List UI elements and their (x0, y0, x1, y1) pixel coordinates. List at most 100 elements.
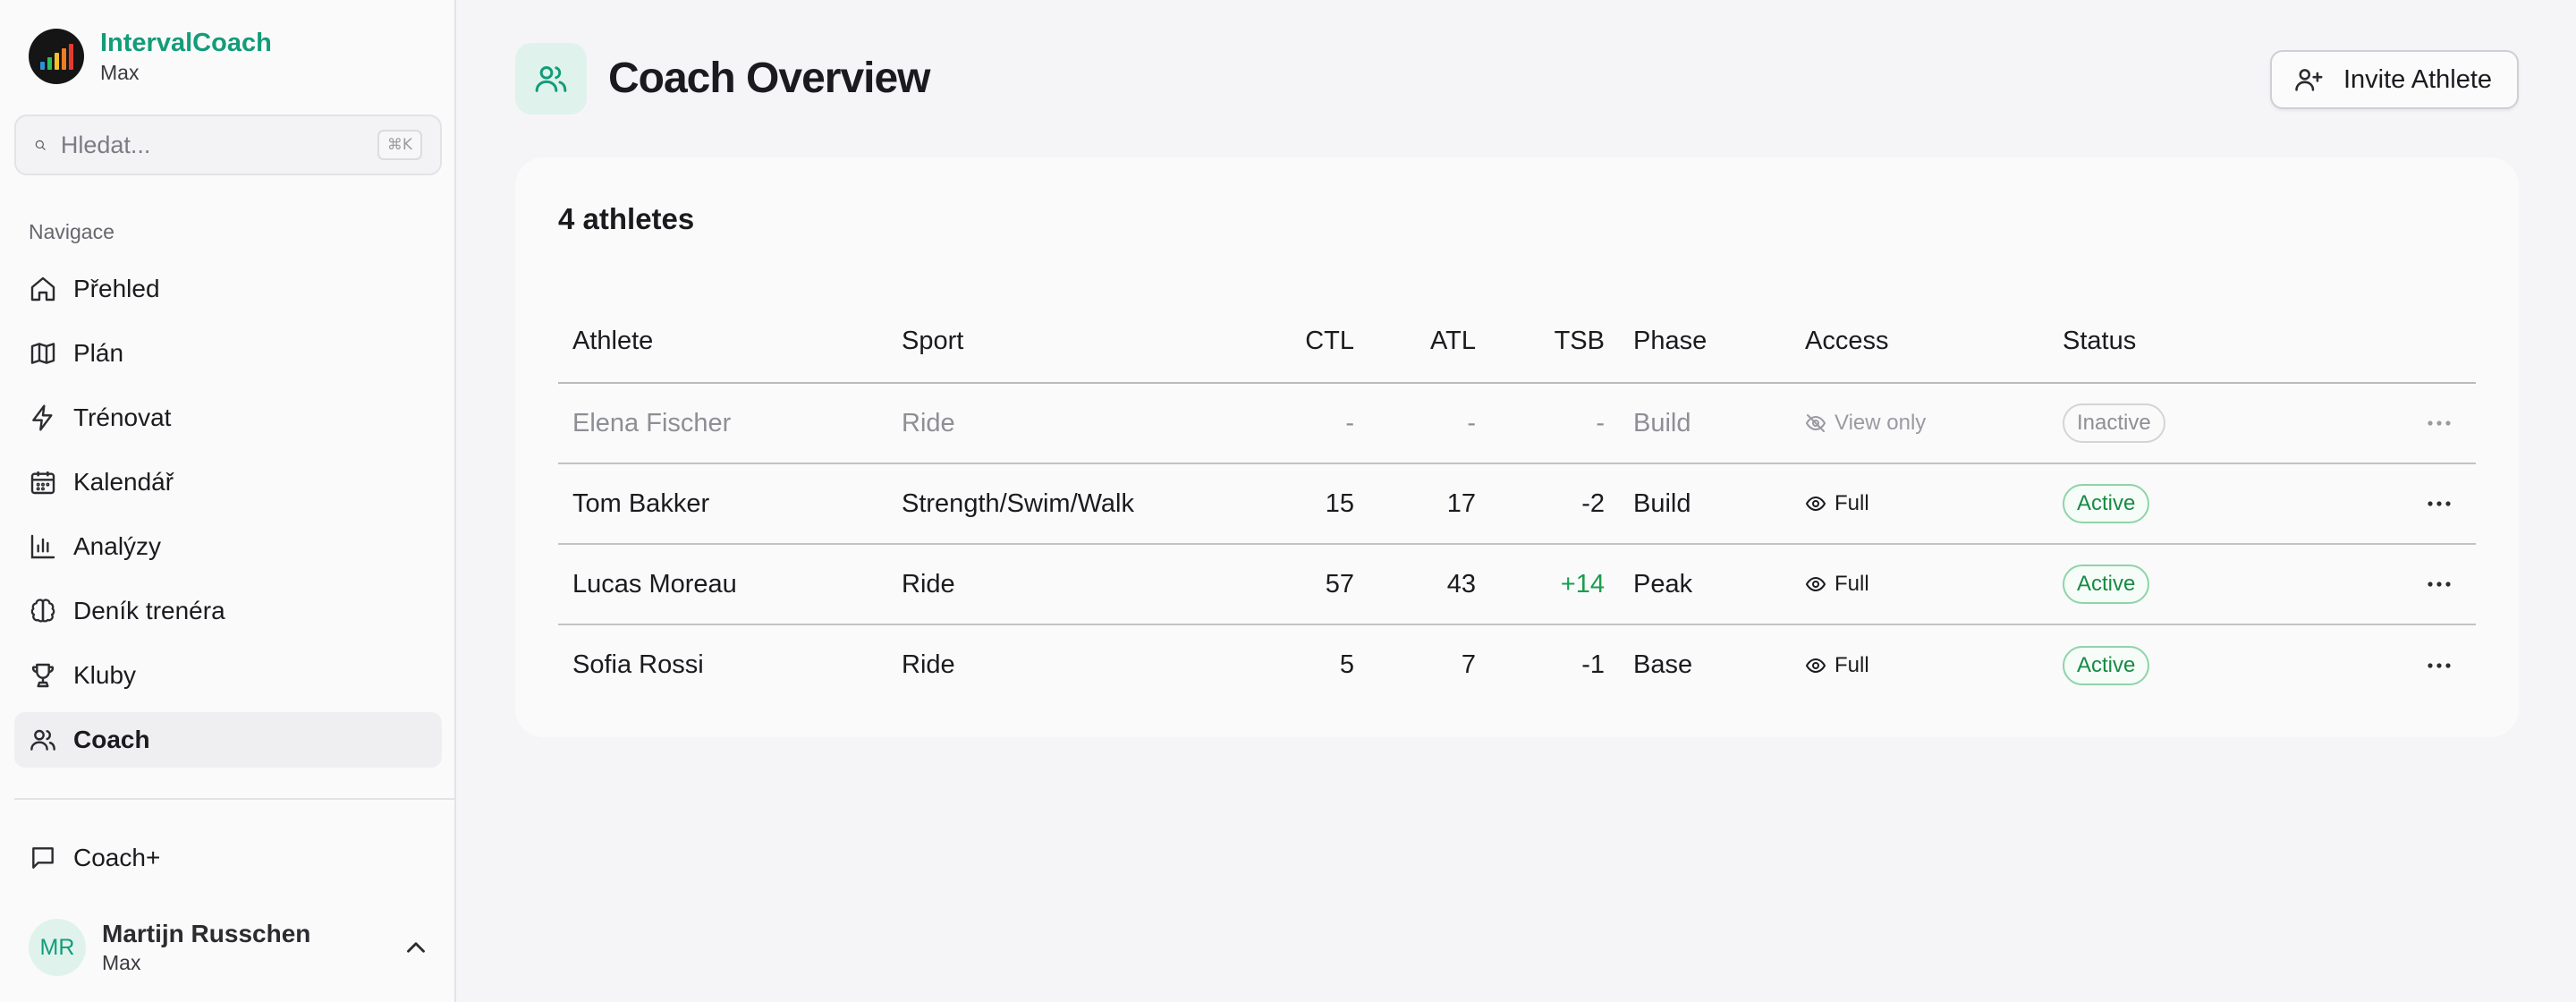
column-header-status[interactable]: Status (2048, 301, 2277, 384)
athlete-name[interactable]: Lucas Moreau (558, 544, 887, 625)
athlete-access-cell: Full (1791, 624, 2048, 705)
user-name: Martijn Russchen (102, 920, 311, 947)
home-icon (30, 276, 55, 301)
invite-athlete-label: Invite Athlete (2343, 64, 2493, 94)
athlete-sport: Strength/Swim/Walk (887, 463, 1216, 545)
page-icon (515, 43, 587, 115)
chat-icon (32, 847, 54, 869)
table-header-row: Athlete Sport CTL ATL TSB Phase Access S… (558, 301, 2476, 384)
sidebar-divider (14, 798, 456, 800)
trophy-icon (31, 663, 55, 688)
sidebar: IntervalCoach Max ⌘K Navigace Přehled Pl… (0, 0, 456, 1002)
athlete-phase: Peak (1619, 544, 1791, 625)
sidebar-item-prehled[interactable]: Přehled (14, 261, 442, 317)
athlete-status-cell: Active (2048, 624, 2277, 705)
table-row[interactable]: Elena Fischer Ride - - - Build View only… (558, 383, 2476, 464)
column-header-actions (2277, 301, 2476, 384)
eye-icon (1805, 576, 1826, 592)
athlete-access: Full (1835, 652, 1869, 677)
column-header-sport[interactable]: Sport (887, 301, 1216, 384)
sidebar-item-label: Coach (73, 726, 150, 753)
page-title: Coach Overview (608, 55, 930, 102)
athlete-tsb: +14 (1490, 544, 1619, 625)
column-header-atl[interactable]: ATL (1368, 301, 1490, 384)
athlete-sport: Ride (902, 650, 955, 679)
brand-subtitle: Max (100, 61, 140, 84)
column-header-athlete[interactable]: Athlete (558, 301, 887, 384)
athlete-phase: Base (1633, 650, 1693, 679)
search-box[interactable]: ⌘K (14, 115, 442, 175)
more-horizontal-icon (2428, 420, 2451, 426)
eye-off-icon (1805, 414, 1826, 432)
search-input[interactable] (60, 131, 377, 159)
status-badge: Active (2063, 484, 2150, 523)
sidebar-item-denik-trenera[interactable]: Deník trenéra (14, 583, 442, 639)
sidebar-item-label: Kluby (73, 661, 137, 689)
users-icon (535, 66, 567, 92)
sidebar-item-coach-plus[interactable]: Coach+ (14, 830, 442, 886)
search-shortcut-badge: ⌘K (377, 130, 422, 160)
athlete-phase: Build (1619, 383, 1791, 464)
bolt-icon (32, 404, 53, 431)
athlete-status-cell: Inactive (2048, 383, 2277, 464)
row-more-button[interactable] (2292, 661, 2462, 670)
athlete-name[interactable]: Sofia Rossi (558, 624, 887, 705)
table-row[interactable]: Tom Bakker Strength/Swim/Walk 15 17 -2 B… (558, 463, 2476, 545)
more-horizontal-icon (2428, 501, 2451, 506)
sidebar-item-label: Kalendář (73, 468, 174, 496)
athlete-status-cell: Active (2048, 463, 2277, 545)
athlete-ctl: 5 (1339, 650, 1354, 679)
sidebar-item-label: Plán (73, 339, 124, 367)
more-horizontal-icon (2428, 582, 2451, 587)
athlete-access: Full (1835, 491, 1869, 515)
avatar: MR (29, 919, 86, 976)
sidebar-item-plan[interactable]: Plán (14, 326, 442, 381)
chevron-up-icon[interactable] (401, 932, 431, 963)
athlete-tsb: -2 (1490, 463, 1619, 545)
column-header-access[interactable]: Access (1791, 301, 2048, 384)
athlete-access: Full (1835, 572, 1869, 596)
app-root: IntervalCoach Max ⌘K Navigace Přehled Pl… (0, 0, 2576, 1002)
column-header-phase[interactable]: Phase (1619, 301, 1791, 384)
athlete-sport: Ride (887, 383, 1216, 464)
sidebar-item-label: Trénovat (73, 403, 172, 431)
nav-heading: Navigace (29, 220, 114, 243)
athlete-count: 4 athletes (558, 202, 695, 235)
row-more-button[interactable] (2292, 499, 2462, 508)
row-more-button[interactable] (2292, 580, 2462, 589)
user-subtitle: Max (102, 951, 141, 974)
sidebar-item-trenovat[interactable]: Trénovat (14, 390, 442, 446)
athlete-sport: Ride (887, 544, 1216, 625)
sidebar-nav: Přehled Plán Trénovat Kalendář Analýzy D… (14, 261, 442, 777)
user-plus-icon (2295, 69, 2323, 91)
brand-name: IntervalCoach (100, 29, 272, 57)
sidebar-item-label: Přehled (73, 275, 160, 302)
search-icon (35, 140, 46, 150)
invite-athlete-button[interactable]: Invite Athlete (2270, 50, 2519, 109)
athlete-atl: 7 (1461, 650, 1476, 679)
row-more-button[interactable] (2292, 419, 2462, 428)
row-actions-cell (2277, 383, 2476, 464)
eye-icon (1805, 658, 1826, 673)
calendar-icon (30, 471, 55, 495)
brand-logo-icon (29, 29, 84, 84)
brand[interactable]: IntervalCoach Max (29, 27, 272, 86)
sidebar-item-coach[interactable]: Coach (14, 712, 442, 768)
athlete-name[interactable]: Tom Bakker (558, 463, 887, 545)
athlete-status-cell: Active (2048, 544, 2277, 625)
sidebar-item-analyzy[interactable]: Analýzy (14, 519, 442, 574)
athlete-name[interactable]: Elena Fischer (558, 383, 887, 464)
sidebar-item-kalendar[interactable]: Kalendář (14, 454, 442, 510)
athlete-access-cell: Full (1791, 463, 2048, 545)
athletes-card: 4 athletes Athlete Sport CTL ATL TSB Pha… (515, 157, 2519, 737)
table-row[interactable]: Sofia Rossi Ride 5 7 -1 Base Full Active (558, 624, 2476, 705)
sidebar-item-label: Coach+ (73, 844, 161, 871)
sidebar-item-kluby[interactable]: Kluby (14, 648, 442, 703)
user-menu[interactable]: MR Martijn Russchen Max (29, 916, 431, 979)
table-row[interactable]: Lucas Moreau Ride 57 43 +14 Peak Full Ac… (558, 544, 2476, 625)
column-header-tsb[interactable]: TSB (1490, 301, 1619, 384)
athlete-access: View only (1835, 411, 1927, 435)
sidebar-item-label: Analýzy (73, 532, 162, 560)
row-actions-cell (2277, 624, 2476, 705)
column-header-ctl[interactable]: CTL (1216, 301, 1368, 384)
